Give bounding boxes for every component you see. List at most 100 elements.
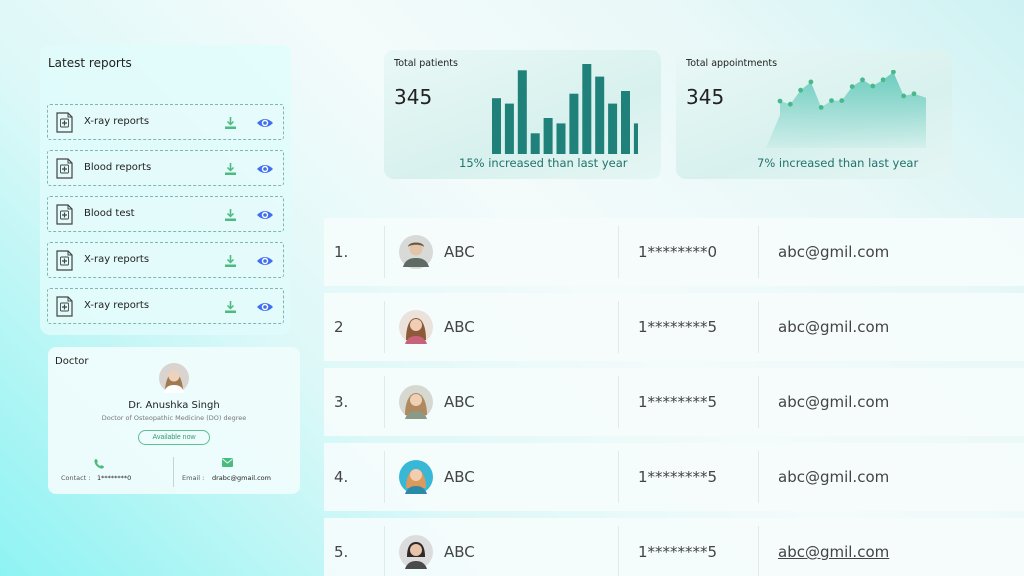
patients-bar-7 [569,93,579,154]
total-patients-card: Total patients 345 15% increased than la… [384,50,661,179]
eye-icon[interactable] [256,116,274,130]
download-icon[interactable] [224,300,237,314]
total-appointments-card: Total appointments 345 7% increased than… [676,50,952,179]
doctor-card: Doctor Dr. Anushka Singh Doctor of Osteo… [48,347,300,494]
appointments-point-6 [829,98,834,103]
row-index: 2 [334,318,344,336]
email-value[interactable]: drabc@gmail.com [212,474,271,482]
patients-bar-10 [608,103,618,154]
patient-name: ABC [444,468,475,486]
patients-bar-8 [582,64,592,154]
total-appointments-title: Total appointments [686,58,778,69]
cell-divider [618,526,619,576]
download-icon[interactable] [224,254,237,268]
eye-icon[interactable] [256,254,274,268]
patient-email[interactable]: abc@gmil.com [778,243,889,261]
email-label: Email : [182,474,205,482]
report-item-xray-1[interactable]: X-ray reports [47,104,284,140]
patient-name: ABC [444,318,475,336]
cell-divider [758,376,759,428]
appointments-point-4 [808,79,814,85]
report-item-label: Blood test [84,208,135,219]
patient-phone: 1********5 [638,318,718,336]
appointments-point-2 [787,101,793,107]
cell-divider [384,526,385,576]
patient-phone: 1********5 [638,543,718,561]
cell-divider [758,451,759,503]
doctor-contact-divider [173,457,174,487]
download-icon[interactable] [224,162,237,176]
cell-divider [618,451,619,503]
patients-bar-1 [492,98,501,154]
cell-divider [384,301,385,353]
phone-icon [94,459,104,469]
cell-divider [618,376,619,428]
patients-bar-5 [543,118,553,154]
eye-icon[interactable] [256,162,274,176]
available-now-button[interactable]: Available now [138,430,210,445]
patients-bar-12 [633,123,638,154]
patient-email[interactable]: abc@gmil.com [778,318,889,336]
medical-document-icon [56,204,73,225]
patient-email[interactable]: abc@gmil.com [778,393,889,411]
table-row[interactable]: 1. ABC 1********0 abc@gmil.com [324,218,1024,286]
avatar [399,535,433,569]
total-appointments-value: 345 [686,85,725,109]
cell-divider [384,226,385,278]
download-icon[interactable] [224,116,237,130]
appointments-point-1 [777,98,783,104]
row-index: 1. [334,243,349,261]
total-appointments-area-chart [766,70,926,148]
report-item-xray-2[interactable]: X-ray reports [47,242,284,278]
report-item-label: Blood reports [84,162,152,173]
download-icon[interactable] [224,208,237,222]
appointments-point-3 [798,87,803,93]
table-row[interactable]: 5. ABC 1********5 abc@gmil.com [324,518,1024,576]
report-item-label: X-ray reports [84,300,150,311]
table-row[interactable]: 4. ABC 1********5 abc@gmil.com [324,443,1024,511]
patients-bar-6 [556,123,566,154]
report-item-blood-reports[interactable]: Blood reports [47,150,284,186]
avatar [399,235,433,269]
cell-divider [758,226,759,278]
table-row[interactable]: 3. ABC 1********5 abc@gmil.com [324,368,1024,436]
appointments-point-9 [860,77,865,83]
doctor-degree: Doctor of Osteopathic Medicine (DO) degr… [101,414,247,422]
cell-divider [758,526,759,576]
latest-reports-panel: Latest reports X-ray reports Blood repor… [40,45,291,335]
mail-icon [222,458,233,467]
total-patients-value: 345 [394,85,433,109]
cell-divider [618,226,619,278]
report-item-label: X-ray reports [84,254,150,265]
cell-divider [384,451,385,503]
contact-label: Contact : [61,474,91,482]
cell-divider [618,301,619,353]
doctor-name: Dr. Anushka Singh [128,400,220,411]
row-index: 3. [334,393,349,411]
patients-bar-2 [504,103,514,154]
patients-bar-9 [595,76,605,154]
appointments-area [766,72,926,148]
patients-bar-11 [621,91,630,154]
report-item-xray-3[interactable]: X-ray reports [47,288,284,324]
medical-document-icon [56,158,73,179]
patient-email[interactable]: abc@gmil.com [778,543,889,561]
eye-icon[interactable] [256,300,274,314]
table-row[interactable]: 2 ABC 1********5 abc@gmil.com [324,293,1024,361]
avatar [159,363,189,393]
patient-phone: 1********0 [638,243,718,261]
avatar [399,385,433,419]
medical-document-icon [56,112,73,133]
cell-divider [384,376,385,428]
medical-document-icon [56,296,73,317]
doctor-heading: Doctor [55,356,89,367]
avatar [399,460,433,494]
eye-icon[interactable] [256,208,274,222]
patient-email[interactable]: abc@gmil.com [778,468,889,486]
row-index: 4. [334,468,349,486]
report-item-blood-test[interactable]: Blood test [47,196,284,232]
appointments-point-11 [880,77,886,83]
appointments-point-13 [901,93,907,99]
total-appointments-note: 7% increased than last year [757,156,919,170]
total-patients-title: Total patients [394,58,458,69]
